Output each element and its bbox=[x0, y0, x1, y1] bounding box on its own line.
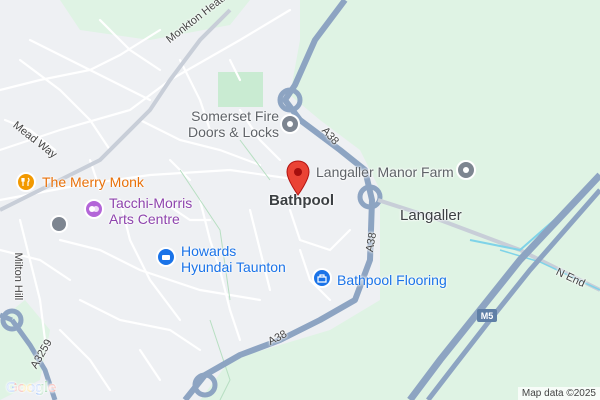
countryside-area bbox=[200, 0, 600, 400]
place-label-langaller[interactable]: Langaller bbox=[400, 207, 462, 224]
poi-somerset-fire-doors[interactable]: Somerset Fire Doors & Locks bbox=[188, 108, 279, 140]
poi-howards-line2: Hyundai Taunton bbox=[181, 259, 286, 276]
poi-howards-hyundai-taunton[interactable]: Howards Hyundai Taunton bbox=[181, 243, 286, 275]
google-logo-text: Google bbox=[6, 379, 56, 396]
poi-langaller-manor-farm[interactable]: Langaller Manor Farm bbox=[316, 164, 454, 180]
m5-road-shield: M5 bbox=[477, 309, 497, 322]
park-area bbox=[218, 72, 263, 107]
store-icon[interactable] bbox=[312, 268, 332, 288]
car-dealer-icon[interactable] bbox=[156, 247, 176, 267]
poi-pin-icon[interactable] bbox=[456, 160, 476, 180]
poi-the-merry-monk[interactable]: The Merry Monk bbox=[42, 174, 144, 190]
road-label-milton-hill: Milton Hill bbox=[12, 252, 25, 301]
google-logo: Google bbox=[6, 379, 56, 396]
poi-howards-line1: Howards bbox=[181, 243, 237, 259]
poi-bathpool-flooring[interactable]: Bathpool Flooring bbox=[337, 272, 447, 288]
theatre-icon[interactable] bbox=[84, 199, 104, 219]
map-canvas[interactable]: Monkton Heathfield Rd Mead Way Milton Hi… bbox=[0, 0, 600, 400]
red-location-pin-icon[interactable] bbox=[285, 160, 311, 196]
poi-pin-icon[interactable] bbox=[280, 114, 300, 134]
poi-somerset-fire-line1: Somerset Fire bbox=[191, 108, 280, 124]
school-icon bbox=[50, 215, 68, 233]
poi-tacchi-morris-arts-centre[interactable]: Tacchi-Morris Arts Centre bbox=[109, 195, 192, 227]
poi-tacchi-line2: Arts Centre bbox=[109, 211, 180, 228]
restaurant-icon[interactable] bbox=[16, 172, 36, 192]
map-attribution[interactable]: Map data ©2025 bbox=[517, 387, 600, 400]
poi-tacchi-line1: Tacchi-Morris bbox=[109, 195, 193, 211]
poi-somerset-fire-line2: Doors & Locks bbox=[188, 124, 280, 141]
